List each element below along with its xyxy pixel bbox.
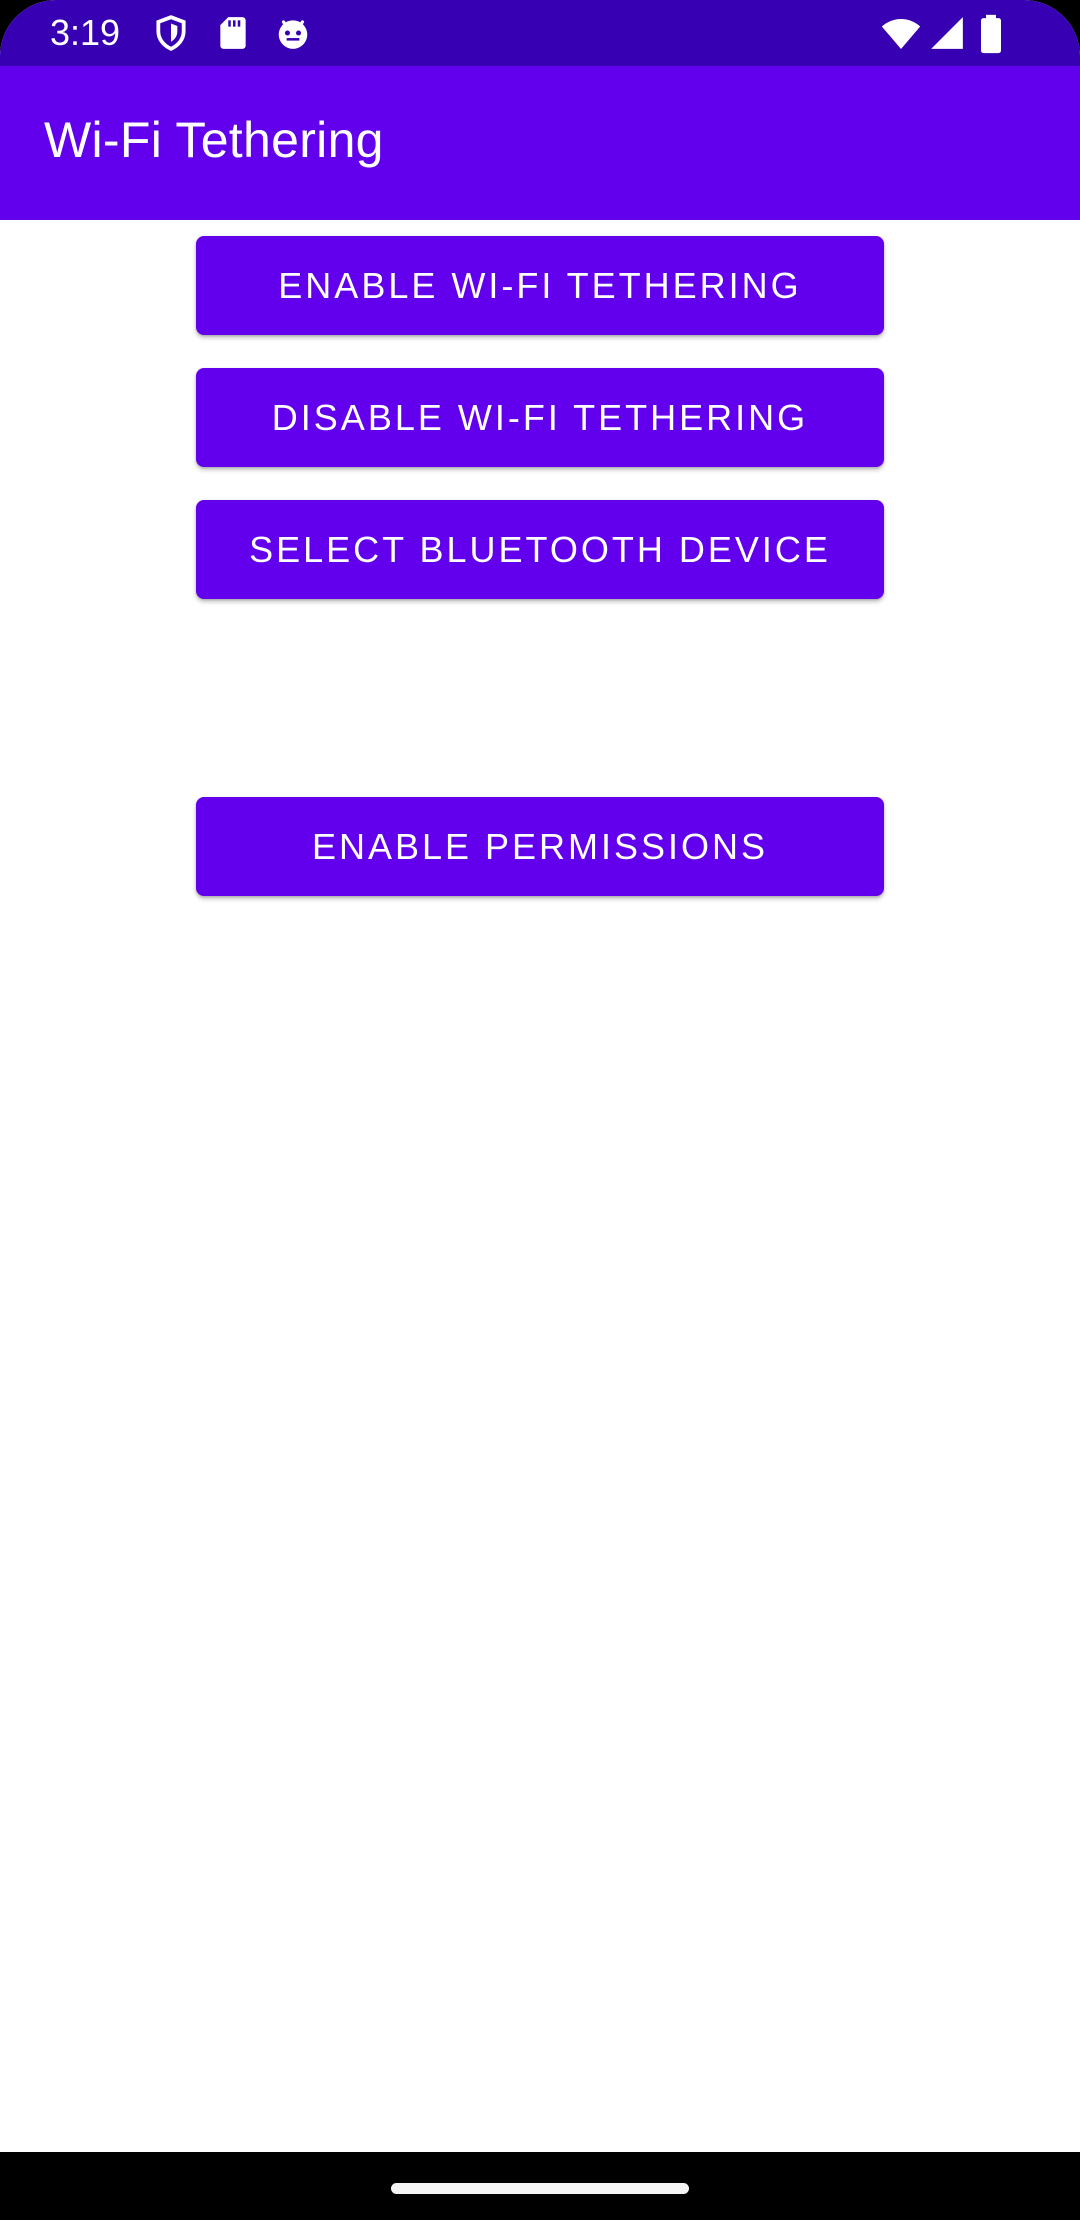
select-bluetooth-device-button[interactable]: SELECT BLUETOOTH DEVICE <box>196 500 884 599</box>
home-gesture-handle[interactable] <box>391 2183 689 2194</box>
battery-icon <box>976 14 1006 54</box>
cell-signal-icon <box>928 14 966 52</box>
enable-wifi-tethering-button[interactable]: ENABLE WI-FI TETHERING <box>196 236 884 335</box>
status-bar: 3:19 <box>0 0 1080 66</box>
enable-permissions-button[interactable]: ENABLE PERMISSIONS <box>196 797 884 896</box>
status-time: 3:19 <box>50 12 121 53</box>
sd-card-icon <box>214 14 252 52</box>
disable-wifi-tethering-button[interactable]: DISABLE WI-FI TETHERING <box>196 368 884 467</box>
app-bar: Wi-Fi Tethering <box>0 66 1080 220</box>
phone-screen: 3:19 Wi-Fi Tethering ENABLE WI-FI TETHER… <box>0 0 1080 2220</box>
wifi-icon <box>880 14 922 54</box>
page-title: Wi-Fi Tethering <box>44 112 384 168</box>
main-content: ENABLE WI-FI TETHERING DISABLE WI-FI TET… <box>0 220 1080 2152</box>
shield-icon <box>152 14 190 52</box>
navigation-bar <box>0 2152 1080 2220</box>
android-face-icon <box>274 14 312 52</box>
